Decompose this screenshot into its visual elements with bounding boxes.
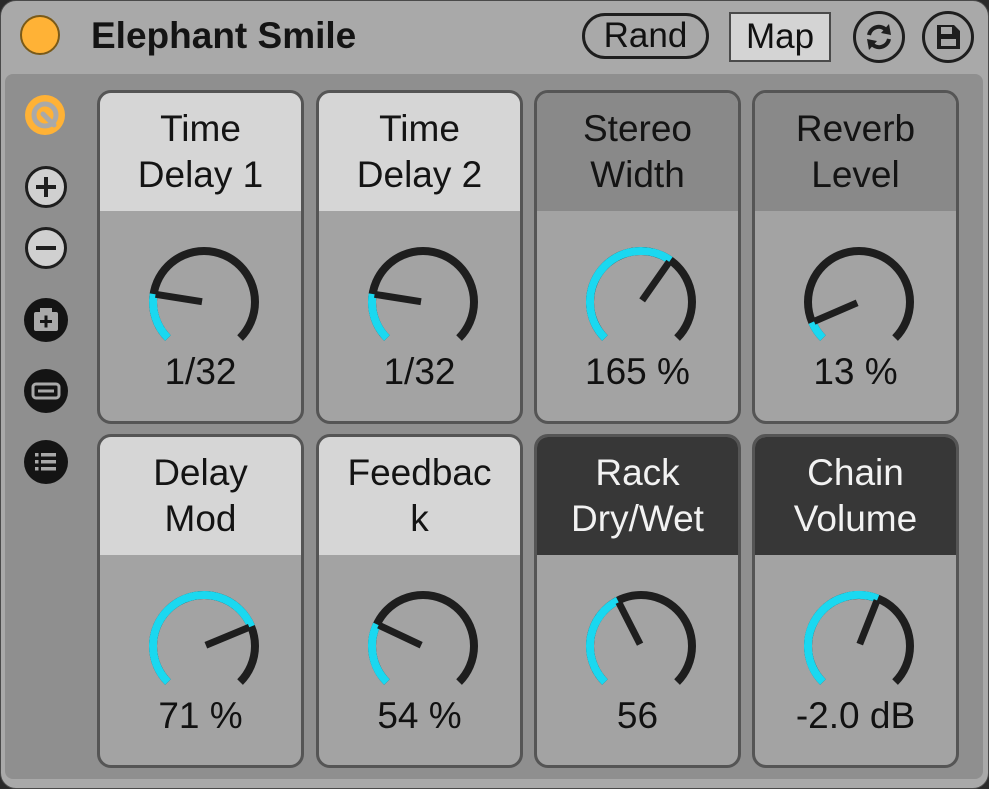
knob-value-arc xyxy=(368,622,390,685)
knob-value-arc xyxy=(586,596,620,685)
macro-label[interactable]: Chain Volume xyxy=(755,437,956,555)
knob-dial[interactable] xyxy=(140,582,268,710)
macro-variations-list-button[interactable] xyxy=(23,439,69,485)
rack-device: Elephant Smile Rand Map Time Delay 1 1/3… xyxy=(0,0,989,789)
remove-variation-button[interactable] xyxy=(23,368,69,414)
macro-label[interactable]: Time Delay 1 xyxy=(100,93,301,211)
device-title: Elephant Smile xyxy=(91,15,357,56)
knob-dial[interactable] xyxy=(795,582,923,710)
macro-value: 13 % xyxy=(813,351,898,392)
map-button[interactable]: Map xyxy=(729,12,831,62)
macro-value: 56 xyxy=(616,695,659,736)
add-variation-icon xyxy=(24,298,68,342)
knob-pointer xyxy=(155,290,203,306)
show-macros-plus-button[interactable] xyxy=(24,165,68,209)
knob-pointer xyxy=(812,299,859,325)
minus-icon xyxy=(25,227,67,269)
macro-label[interactable]: Rack Dry/Wet xyxy=(537,437,738,555)
macro-knob-2[interactable]: Time Delay 2 1/32 xyxy=(316,90,523,424)
macro-label[interactable]: Time Delay 2 xyxy=(319,93,520,211)
macro-label[interactable]: Stereo Width xyxy=(537,93,738,211)
knob-pointer xyxy=(639,259,673,303)
remove-variation-icon xyxy=(24,369,68,413)
macro-value: 165 % xyxy=(585,351,690,392)
randomize-button[interactable]: Rand xyxy=(582,13,709,59)
macro-value: 1/32 xyxy=(164,351,237,392)
device-on-off-button[interactable] xyxy=(20,15,60,55)
macro-knob-1[interactable]: Time Delay 1 1/32 xyxy=(97,90,304,424)
macro-value: 1/32 xyxy=(383,351,456,392)
refresh-icon xyxy=(867,24,891,50)
knob-value-arc xyxy=(149,591,255,685)
knob-pointer xyxy=(374,290,422,306)
knob-value-arc xyxy=(804,591,880,685)
knob-pointer xyxy=(856,599,881,646)
save-icon xyxy=(937,25,960,49)
macro-label[interactable]: Feedbac k xyxy=(319,437,520,555)
knob-value-arc xyxy=(585,247,673,341)
add-variation-button[interactable] xyxy=(23,297,69,343)
knob-dial[interactable] xyxy=(359,582,487,710)
list-icon xyxy=(24,440,68,484)
macro-label[interactable]: Reverb Level xyxy=(755,93,956,211)
knob-dial[interactable] xyxy=(577,582,705,710)
knob-dial[interactable] xyxy=(795,238,923,366)
knob-value-arc xyxy=(149,293,171,341)
macro-knob-7[interactable]: Rack Dry/Wet 56 xyxy=(534,434,741,768)
macro-knob-6[interactable]: Feedbac k 54 % xyxy=(316,434,523,768)
macro-knob-8[interactable]: Chain Volume -2.0 dB xyxy=(752,434,959,768)
knob-track xyxy=(368,591,478,685)
macro-value: 71 % xyxy=(158,695,243,736)
macro-value: 54 % xyxy=(377,695,462,736)
knob-pointer xyxy=(615,600,644,646)
knob-track xyxy=(804,247,914,341)
hotswap-button[interactable] xyxy=(23,93,67,137)
macro-knob-3[interactable]: Stereo Width 165 % xyxy=(534,90,741,424)
plus-icon xyxy=(25,166,67,208)
hot-swap-button[interactable] xyxy=(853,11,905,63)
knob-pointer xyxy=(204,624,251,649)
knob-dial[interactable] xyxy=(140,238,268,366)
knob-value-arc xyxy=(368,293,390,341)
save-preset-button[interactable] xyxy=(922,11,974,63)
macro-knob-5[interactable]: Delay Mod 71 % xyxy=(97,434,304,768)
macro-knob-4[interactable]: Reverb Level 13 % xyxy=(752,90,959,424)
hotswap-icon xyxy=(25,95,65,135)
macro-value: -2.0 dB xyxy=(795,695,916,736)
knob-dial[interactable] xyxy=(577,238,705,366)
device-body: Time Delay 1 1/32 Time Delay 2 1/32 Stereo W… xyxy=(5,74,983,779)
knob-pointer xyxy=(377,621,423,649)
hide-macros-minus-button[interactable] xyxy=(24,226,68,270)
knob-dial[interactable] xyxy=(359,238,487,366)
knob-value-arc xyxy=(808,320,826,341)
macro-label[interactable]: Delay Mod xyxy=(100,437,301,555)
